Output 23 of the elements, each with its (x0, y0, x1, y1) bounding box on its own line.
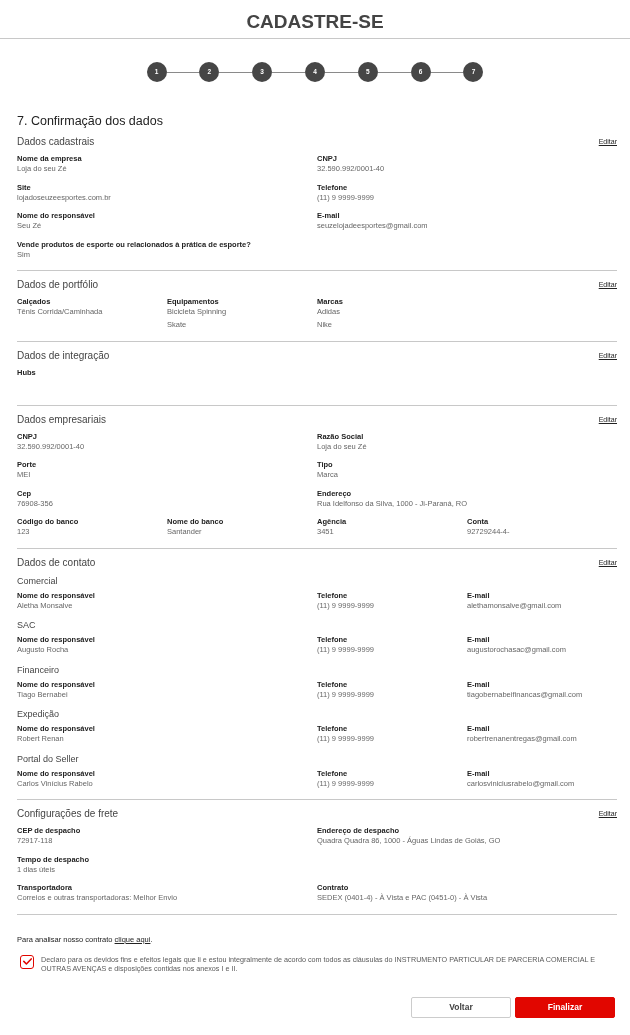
section-title: Configurações de frete (17, 807, 119, 821)
step-connector (325, 71, 358, 73)
contact-group-title: Comercial (17, 574, 58, 587)
section-title: Dados cadastrais (17, 135, 95, 149)
contact-group-title: Portal do Seller (17, 752, 79, 765)
step-connector (219, 71, 253, 73)
contact-group-title: Financeiro (17, 663, 60, 676)
page-header-title: CADASTRE-SE (246, 10, 384, 34)
section-title: Dados de portfólio (17, 278, 99, 292)
section-title: Dados de contato (17, 555, 96, 570)
check-icon (22, 958, 32, 965)
contact-group-title: Expedição (17, 708, 60, 720)
back-button[interactable]: Voltar (411, 996, 511, 1018)
finish-button[interactable]: Finalizar (515, 996, 615, 1018)
section-title: Dados empresariais (17, 412, 106, 427)
step-connector (272, 71, 305, 73)
step-connector (430, 71, 464, 73)
page-title: 7. Confirmação dos dados (17, 113, 163, 129)
step-connector (166, 71, 200, 73)
declaration-checkbox[interactable] (20, 954, 34, 969)
contact-group-title: SAC (17, 619, 36, 631)
step-connector (377, 71, 411, 73)
section-title: Dados de integração (17, 348, 110, 363)
